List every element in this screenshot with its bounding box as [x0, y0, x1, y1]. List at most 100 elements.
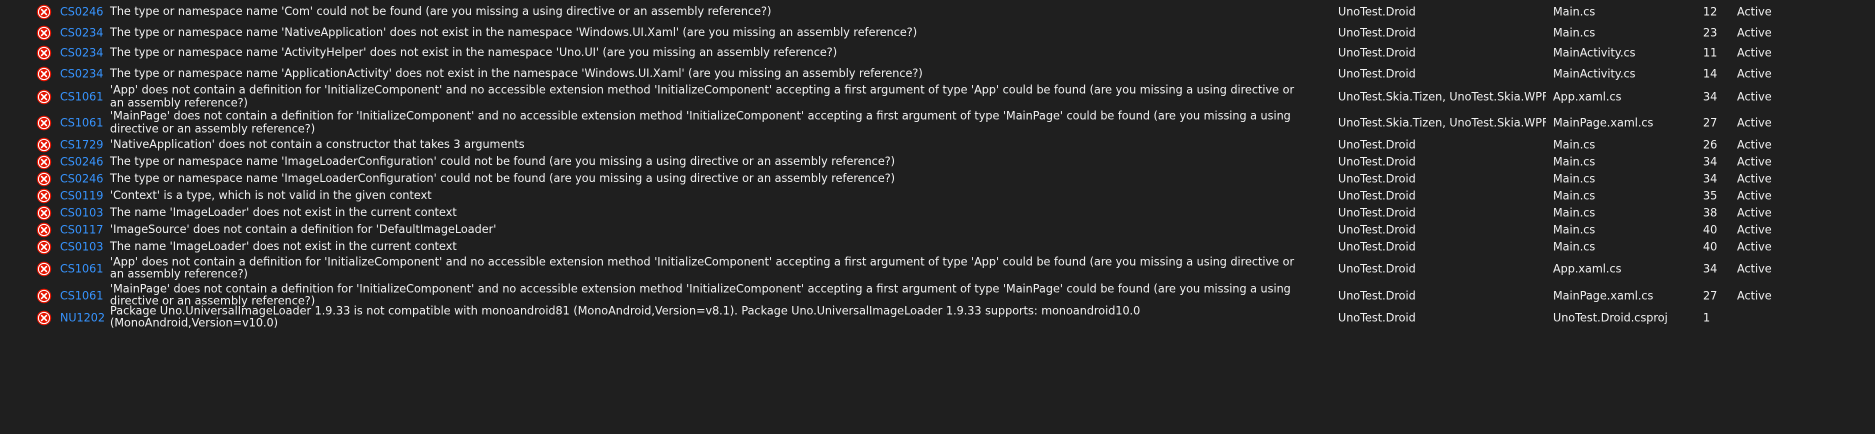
error-file: MainPage.xaml.cs — [1553, 289, 1654, 302]
error-circle-icon — [36, 205, 52, 220]
error-circle-icon — [36, 137, 52, 152]
error-line: 40 — [1703, 240, 1718, 253]
error-row[interactable]: CS1061 'MainPage' does not contain a defi… — [0, 110, 1875, 136]
error-row[interactable]: CS0234 The type or namespace name 'Activi… — [0, 43, 1875, 63]
error-suppression-state: Active — [1737, 223, 1772, 236]
error-row[interactable]: NU1202 Package Uno.UniversalImageLoader 1… — [0, 304, 1875, 329]
error-description: 'NativeApplication' does not contain a c… — [110, 137, 525, 151]
error-code-link[interactable]: CS0103 — [60, 206, 103, 219]
error-description: 'ImageSource' does not contain a definit… — [110, 222, 497, 236]
error-row[interactable]: CS0246 The type or namespace name 'ImageL… — [0, 153, 1875, 170]
error-list-window: { "colors": { "background": "#1f1f1f", "… — [0, 0, 1875, 434]
error-file: UnoTest.Droid.csproj — [1553, 311, 1668, 324]
error-line: 26 — [1703, 138, 1718, 151]
error-description: The name 'ImageLoader' does not exist in… — [110, 239, 457, 253]
error-project: UnoTest.Droid — [1338, 311, 1416, 324]
error-code-link[interactable]: CS1061 — [60, 91, 103, 104]
error-project: UnoTest.Droid — [1338, 172, 1416, 185]
error-project: UnoTest.Droid — [1338, 206, 1416, 219]
error-description: 'App' does not contain a definition for … — [110, 255, 1295, 281]
error-line: 14 — [1703, 67, 1718, 80]
error-suppression-state: Active — [1737, 67, 1772, 80]
error-project: UnoTest.Droid — [1338, 223, 1416, 236]
error-file: Main.cs — [1553, 155, 1596, 168]
error-project: UnoTest.Skia.Tizen, UnoTest.Skia.WPF,... — [1338, 90, 1546, 104]
error-line: 1 — [1703, 311, 1711, 324]
error-code-link[interactable]: CS0117 — [60, 223, 103, 236]
error-file: App.xaml.cs — [1553, 90, 1622, 104]
error-row[interactable]: CS1061 'App' does not contain a definitio… — [0, 84, 1875, 110]
error-circle-icon — [36, 222, 52, 237]
error-circle-icon — [36, 288, 52, 303]
error-code-link[interactable]: CS1061 — [60, 289, 103, 302]
error-description: 'App' does not contain a definition for … — [110, 83, 1295, 109]
error-description: The type or namespace name 'Com' could n… — [110, 4, 772, 18]
error-row[interactable]: CS0103 The name 'ImageLoader' does not ex… — [0, 204, 1875, 221]
error-code-link[interactable]: CS1729 — [60, 138, 103, 151]
error-file: Main.cs — [1553, 26, 1596, 39]
error-suppression-state: Active — [1737, 289, 1772, 302]
error-code-link[interactable]: CS0234 — [60, 26, 103, 39]
error-circle-icon — [36, 4, 52, 20]
error-circle-icon — [36, 310, 52, 325]
error-description: The name 'ImageLoader' does not exist in… — [110, 205, 457, 219]
error-circle-icon — [36, 239, 52, 254]
error-project: UnoTest.Droid — [1338, 5, 1416, 19]
error-code-link[interactable]: CS0246 — [60, 155, 103, 168]
error-code-link[interactable]: CS0234 — [60, 67, 103, 80]
error-project: UnoTest.Droid — [1338, 155, 1416, 168]
error-code-link[interactable]: CS0103 — [60, 240, 103, 253]
error-row[interactable]: CS1061 'App' does not contain a definitio… — [0, 255, 1875, 282]
error-suppression-state: Active — [1737, 138, 1772, 151]
error-row[interactable]: CS0103 The name 'ImageLoader' does not ex… — [0, 238, 1875, 255]
error-suppression-state: Active — [1737, 90, 1772, 104]
error-row[interactable]: CS0234 The type or namespace name 'Applic… — [0, 63, 1875, 84]
error-code-link[interactable]: CS1061 — [60, 117, 103, 130]
error-row[interactable]: CS0119 'Context' is a type, which is not … — [0, 187, 1875, 204]
error-row[interactable]: CS0246 The type or namespace name 'ImageL… — [0, 170, 1875, 187]
error-line: 23 — [1703, 26, 1718, 39]
error-code-link[interactable]: CS0234 — [60, 47, 103, 60]
error-file: MainPage.xaml.cs — [1553, 116, 1654, 130]
error-project: UnoTest.Droid — [1338, 67, 1416, 80]
error-line: 12 — [1703, 5, 1718, 19]
error-project: UnoTest.Droid — [1338, 138, 1416, 151]
error-project: UnoTest.Droid — [1338, 46, 1416, 60]
error-line: 27 — [1703, 289, 1718, 302]
error-code-link[interactable]: CS0246 — [60, 6, 103, 19]
error-file: Main.cs — [1553, 206, 1596, 219]
error-suppression-state: Active — [1737, 240, 1772, 253]
error-project: UnoTest.Skia.Tizen, UnoTest.Skia.WPF,... — [1338, 116, 1546, 130]
error-code-link[interactable]: CS1061 — [60, 262, 103, 275]
error-description: The type or namespace name 'ImageLoaderC… — [110, 171, 896, 185]
error-line: 11 — [1703, 46, 1718, 60]
error-line: 34 — [1703, 172, 1718, 185]
error-circle-icon — [36, 25, 52, 40]
error-suppression-state: Active — [1737, 189, 1772, 202]
error-line: 40 — [1703, 223, 1718, 236]
error-suppression-state: Active — [1737, 5, 1772, 19]
error-description: 'Context' is a type, which is not valid … — [110, 188, 432, 202]
error-code-link[interactable]: CS0119 — [60, 189, 103, 202]
error-list: CS0246 The type or namespace name 'Com' c… — [0, 2, 1875, 329]
error-file: Main.cs — [1553, 189, 1596, 202]
error-line: 35 — [1703, 189, 1718, 202]
error-project: UnoTest.Droid — [1338, 289, 1416, 302]
error-file: MainActivity.cs — [1553, 67, 1636, 80]
error-code-link[interactable]: NU1202 — [60, 311, 105, 324]
error-row[interactable]: CS0246 The type or namespace name 'Com' c… — [0, 2, 1875, 22]
error-line: 34 — [1703, 155, 1718, 168]
error-circle-icon — [36, 115, 52, 131]
error-row[interactable]: CS1729 'NativeApplication' does not conta… — [0, 136, 1875, 153]
error-file: Main.cs — [1553, 5, 1596, 19]
error-line: 34 — [1703, 262, 1718, 275]
error-row[interactable]: CS0117 'ImageSource' does not contain a d… — [0, 221, 1875, 238]
error-code-link[interactable]: CS0246 — [60, 172, 103, 185]
error-circle-icon — [36, 66, 52, 81]
error-project: UnoTest.Droid — [1338, 240, 1416, 253]
error-row[interactable]: CS0234 The type or namespace name 'Native… — [0, 22, 1875, 43]
error-suppression-state: Active — [1737, 116, 1772, 130]
error-description: 'MainPage' does not contain a definition… — [110, 109, 1291, 135]
error-circle-icon — [36, 45, 52, 61]
error-line: 38 — [1703, 206, 1718, 219]
